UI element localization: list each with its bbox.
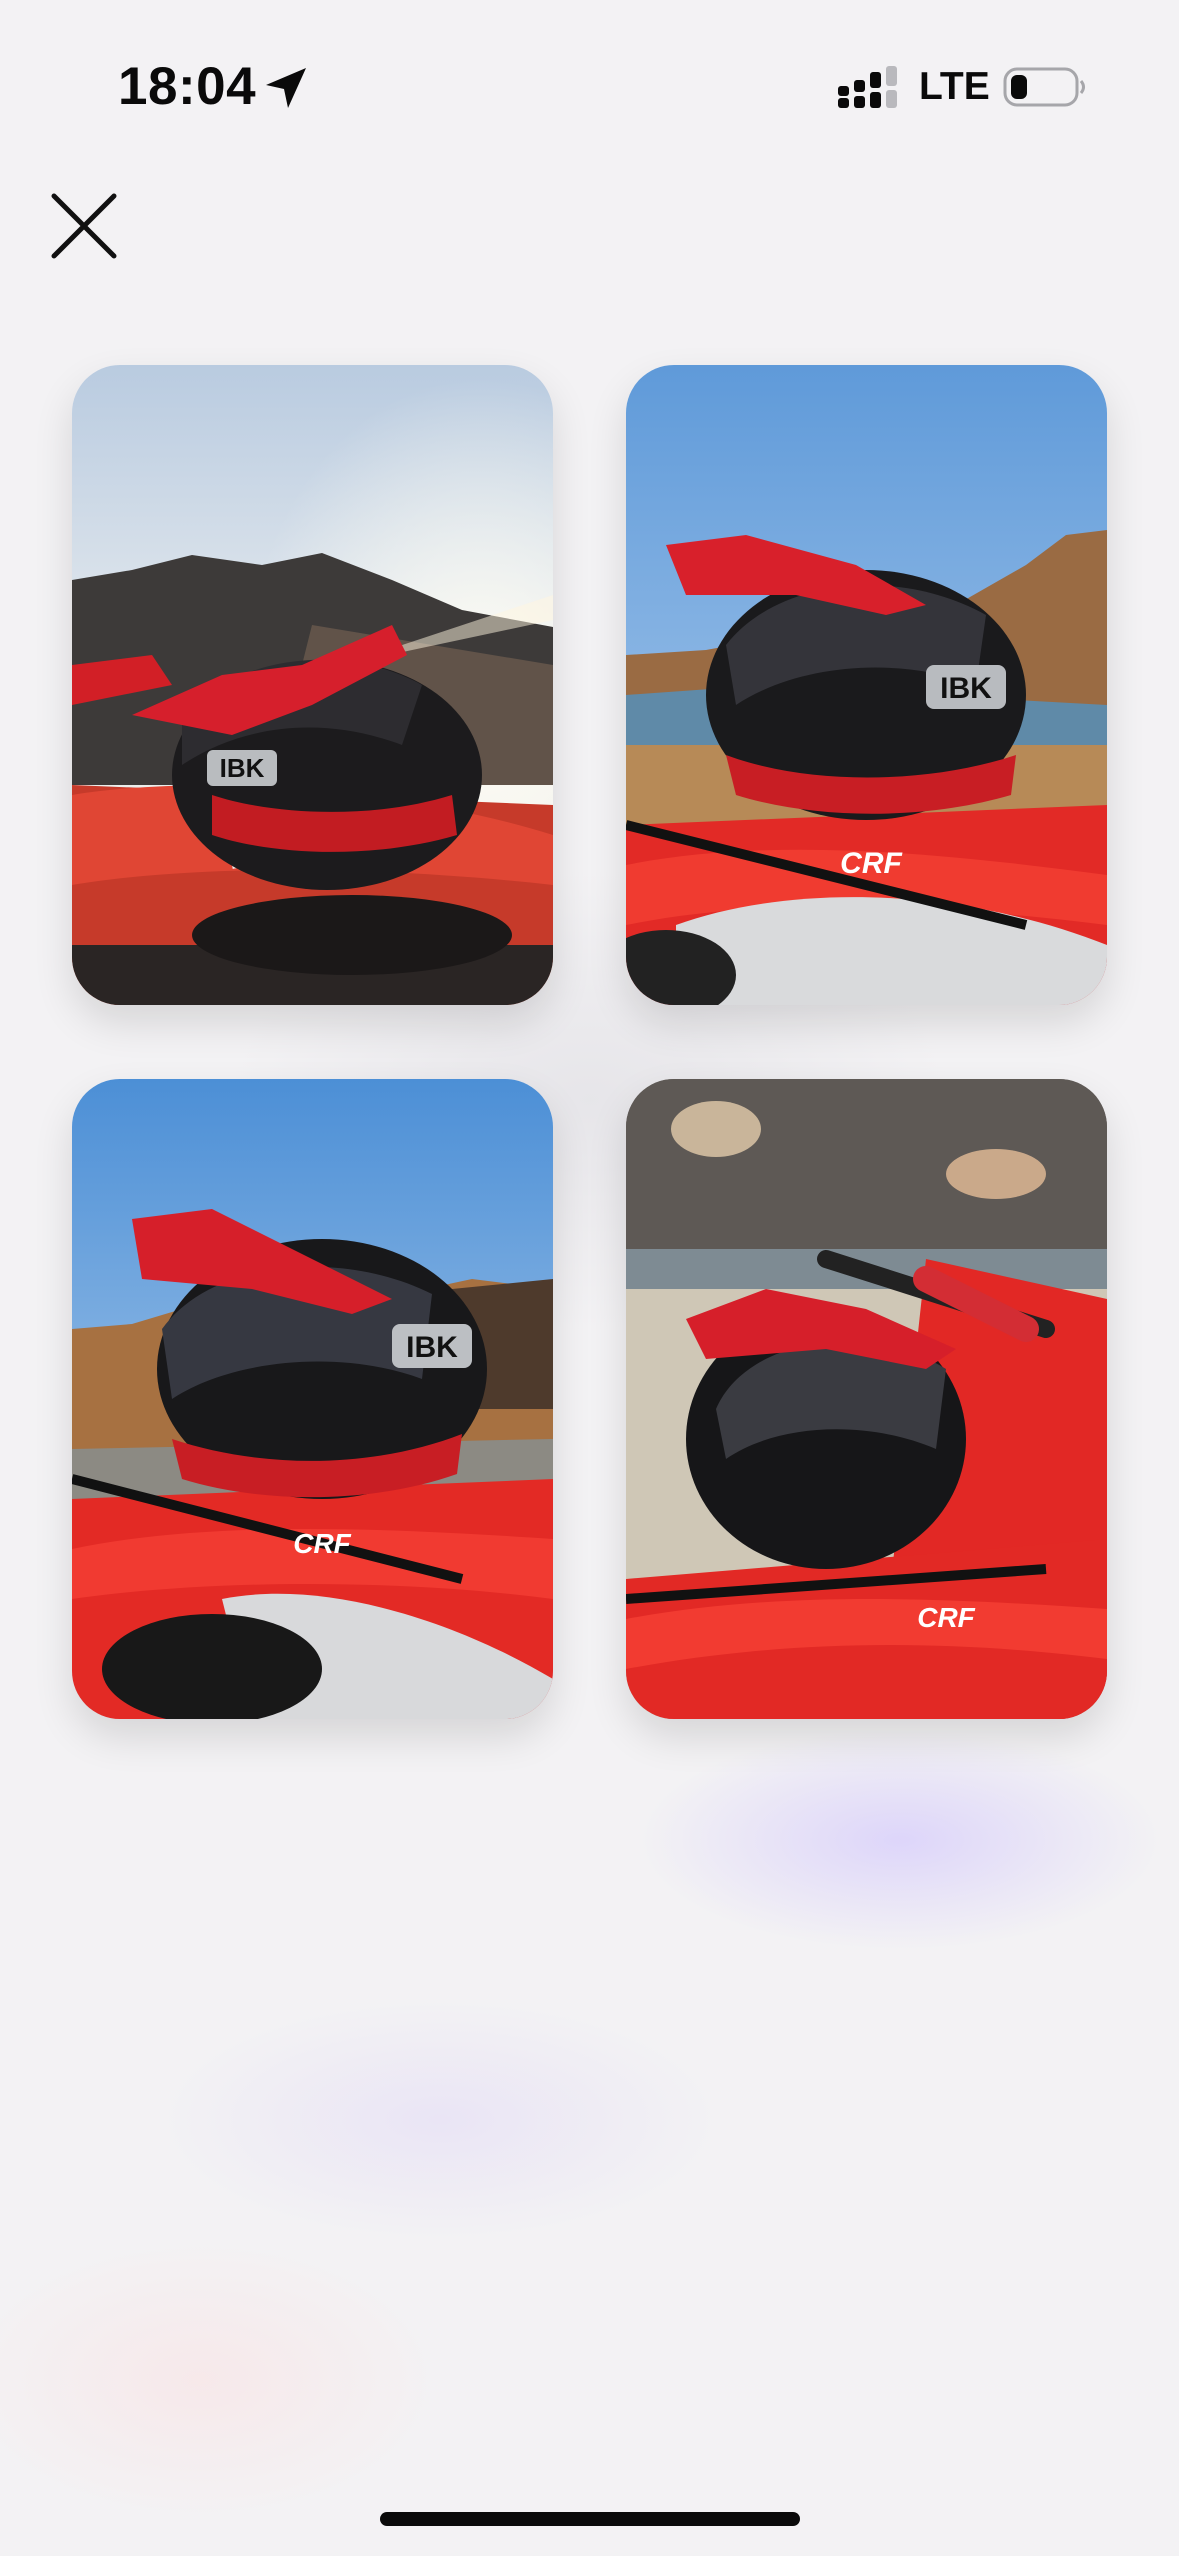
photo-image: CRF [626,1079,1107,1719]
location-arrow-icon [266,68,306,108]
bike-logo-text: CRF [293,1528,351,1559]
bike-logo-text: CRF [840,847,902,880]
helmet-logo-text: IBK [406,1331,458,1364]
photo-thumbnail-4[interactable]: CRF [626,1079,1107,1719]
cellular-signal-icon [838,66,897,108]
photo-thumbnail-1[interactable]: IBK [72,365,553,1005]
helmet-logo-text: IBK [220,753,265,783]
status-bar: 18:04 LTE [0,0,1179,175]
photo-image: IBK CRF [72,1079,553,1719]
photo-thumbnail-2[interactable]: IBK CRF [626,365,1107,1005]
photo-image: IBK CRF [626,365,1107,1005]
photo-thumbnail-3[interactable]: IBK CRF [72,1079,553,1719]
home-indicator[interactable] [380,2512,800,2526]
photo-image: IBK [72,365,553,1005]
close-icon [51,193,117,259]
bike-logo-text: CRF [917,1602,975,1633]
helmet-logo-text: IBK [940,672,992,705]
battery-icon [1003,67,1085,107]
status-time: 18:04 [118,57,257,116]
network-type: LTE [919,65,990,108]
close-button[interactable] [48,190,120,262]
